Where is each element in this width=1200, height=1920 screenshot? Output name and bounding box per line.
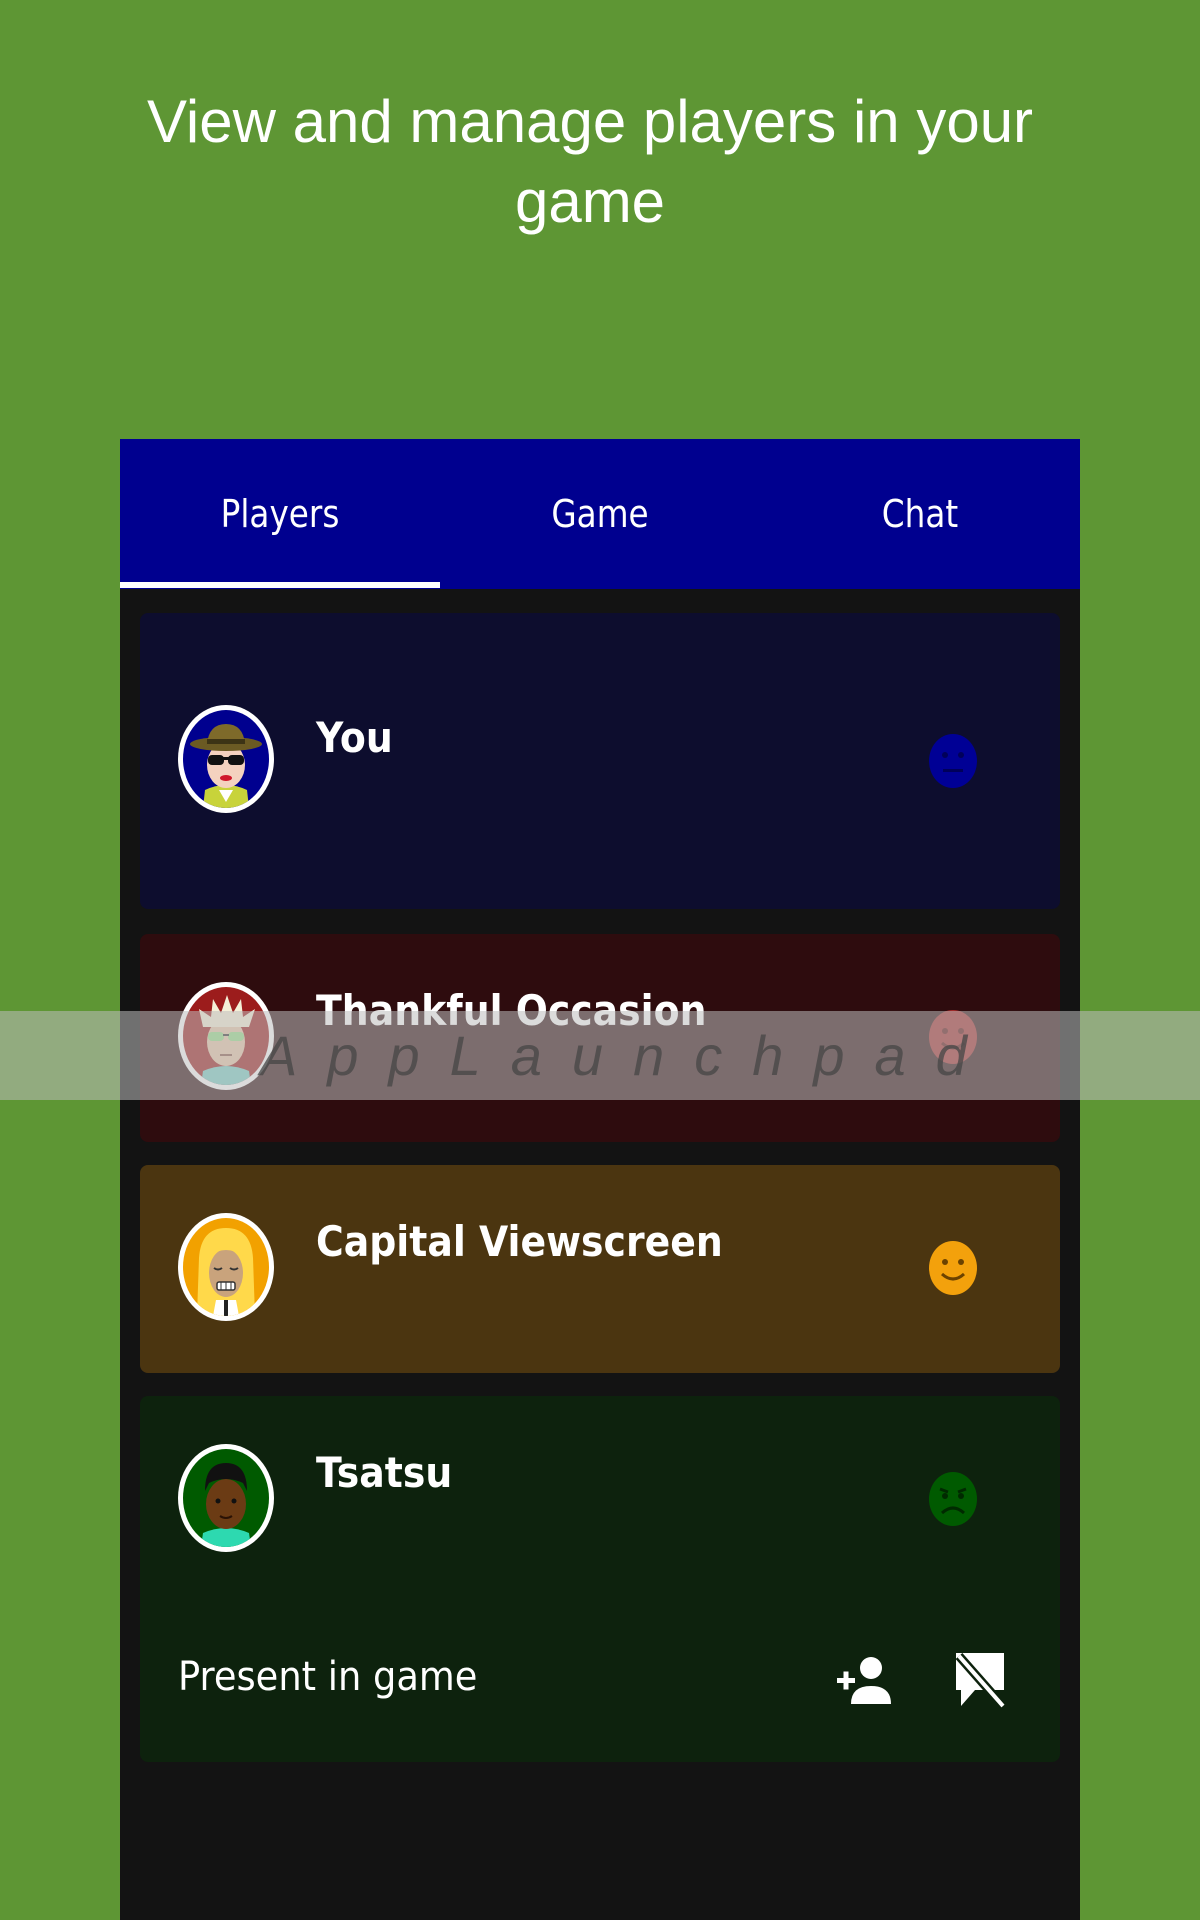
frowning-face-icon bbox=[928, 1471, 978, 1527]
hat-sunglasses-avatar-icon bbox=[183, 710, 269, 808]
neutral-face-icon bbox=[928, 733, 978, 789]
avatar bbox=[178, 705, 274, 813]
player-card-you[interactable]: You bbox=[140, 613, 1060, 909]
player-card-tsatsu[interactable]: Tsatsu Present in game bbox=[140, 1396, 1060, 1762]
player-name: Tsatsu bbox=[316, 1448, 453, 1497]
headline: View and manage players in your game bbox=[146, 88, 1034, 235]
tab-chat[interactable]: Chat bbox=[782, 439, 1057, 589]
dark-skin-avatar-icon bbox=[183, 1449, 269, 1547]
player-status: Present in game bbox=[178, 1654, 478, 1700]
player-name: You bbox=[316, 713, 393, 762]
tab-game[interactable]: Game bbox=[462, 439, 737, 589]
app-screen: Players Game Chat You Capital Viewscreen… bbox=[120, 439, 1080, 1920]
watermark-text: AppLaunchpad bbox=[260, 1024, 997, 1087]
player-name: Capital Viewscreen bbox=[316, 1217, 723, 1266]
tab-bar: Players Game Chat bbox=[120, 439, 1080, 589]
blonde-hair-avatar-icon bbox=[183, 1218, 269, 1316]
tab-indicator bbox=[120, 582, 440, 588]
chat-off-icon[interactable] bbox=[945, 1645, 1015, 1715]
smiling-face-icon bbox=[928, 1240, 978, 1296]
avatar bbox=[178, 1213, 274, 1321]
player-card-capital-viewscreen[interactable]: Capital Viewscreen bbox=[140, 1165, 1060, 1373]
avatar bbox=[178, 1444, 274, 1552]
tab-players[interactable]: Players bbox=[142, 439, 417, 589]
add-person-icon[interactable] bbox=[830, 1645, 900, 1715]
